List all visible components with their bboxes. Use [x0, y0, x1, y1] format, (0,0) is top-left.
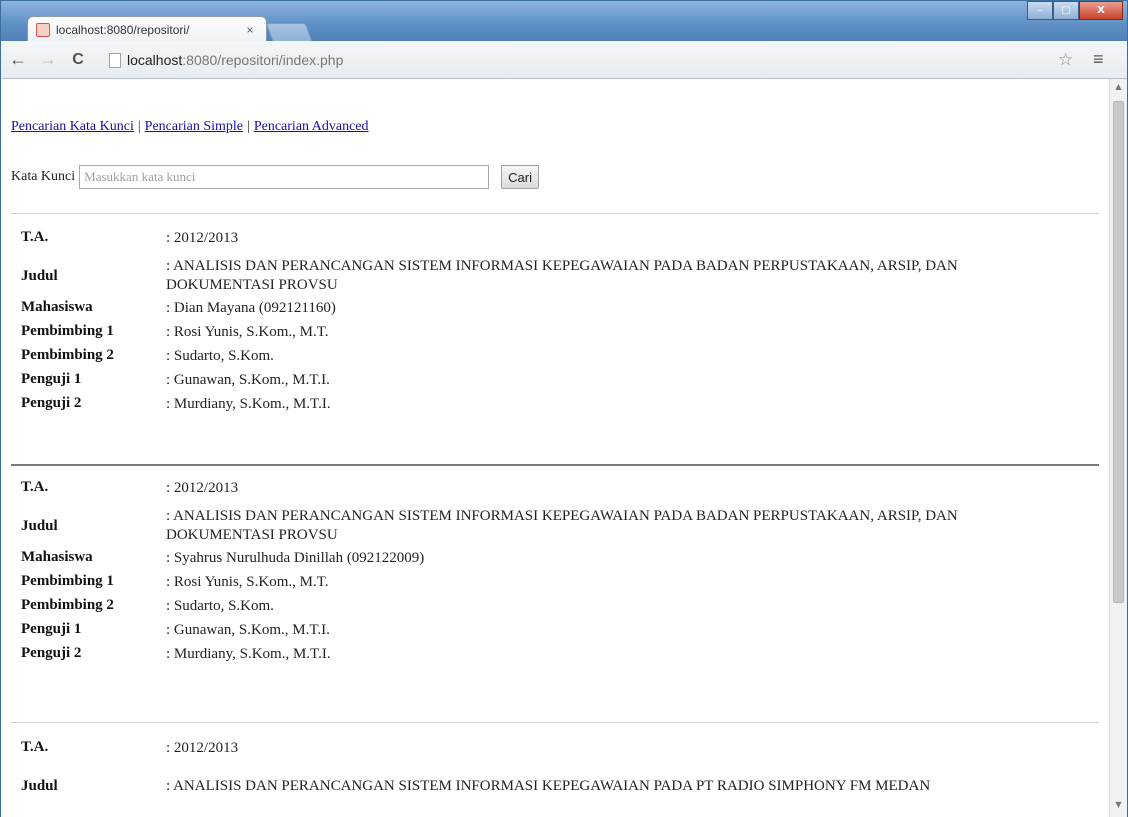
label-ta: T.A.	[21, 229, 49, 245]
search-label: Kata Kunci	[11, 169, 76, 184]
divider	[11, 213, 1099, 214]
label-ta: T.A.	[21, 479, 49, 495]
value-penguji-1: : Gunawan, S.Kom., M.T.I.	[166, 372, 330, 388]
value-ta: : 2012/2013	[166, 230, 239, 246]
thesis-record: T.A. : 2012/2013 Judul : ANALISIS DAN PERA…	[21, 739, 1101, 809]
search-button[interactable]: Cari	[501, 165, 539, 189]
vertical-scrollbar[interactable]: ▲ ▼	[1109, 79, 1127, 817]
value-mahasiswa: : Syahrus Nurulhuda Dinillah (092122009)	[166, 550, 425, 566]
value-mahasiswa: : Dian Mayana (092121160)	[166, 300, 336, 316]
nav-link-simple[interactable]: Pencarian Simple	[145, 119, 243, 134]
maximize-button[interactable]: □	[1053, 1, 1079, 20]
nav-separator: |	[247, 119, 250, 134]
value-pembimbing-1: : Rosi Yunis, S.Kom., M.T.	[166, 324, 329, 340]
tab-close-icon[interactable]: ×	[242, 23, 258, 37]
bookmark-star-icon[interactable]: ☆	[1058, 50, 1073, 70]
value-penguji-1: : Gunawan, S.Kom., M.T.I.	[166, 622, 330, 638]
label-mahasiswa: Mahasiswa	[21, 299, 93, 315]
value-pembimbing-1: : Rosi Yunis, S.Kom., M.T.	[166, 574, 329, 590]
tab-title: localhost:8080/repositori/	[56, 22, 190, 37]
url-path: :8080/repositori/index.php	[182, 52, 344, 68]
value-pembimbing-2: : Sudarto, S.Kom.	[166, 598, 274, 614]
value-ta: : 2012/2013	[166, 480, 239, 496]
scroll-down-arrow-icon[interactable]: ▼	[1110, 800, 1127, 814]
nav-link-kata-kunci[interactable]: Pencarian Kata Kunci	[11, 119, 134, 134]
label-judul: Judul	[21, 777, 58, 794]
label-mahasiswa: Mahasiswa	[21, 549, 93, 565]
forward-arrow-icon[interactable]: →	[35, 47, 61, 73]
minimize-button[interactable]: –	[1027, 1, 1053, 20]
label-penguji-2: Penguji 2	[21, 395, 82, 411]
browser-tab[interactable]: localhost:8080/repositori/ ×	[27, 16, 267, 42]
label-pembimbing-2: Pembimbing 2	[21, 597, 114, 613]
label-pembimbing-1: Pembimbing 1	[21, 573, 114, 589]
nav-link-advanced[interactable]: Pencarian Advanced	[254, 119, 369, 134]
label-pembimbing-2: Pembimbing 2	[21, 347, 114, 363]
search-form: Kata Kunci Cari	[11, 165, 539, 189]
url-host: localhost	[127, 52, 183, 68]
label-penguji-2: Penguji 2	[21, 645, 82, 661]
label-ta: T.A.	[21, 739, 49, 755]
label-penguji-1: Penguji 1	[21, 621, 82, 637]
page-icon	[109, 52, 121, 68]
label-penguji-1: Penguji 1	[21, 371, 82, 387]
divider	[11, 722, 1099, 723]
back-arrow-icon[interactable]: ←	[5, 47, 31, 73]
browser-window: localhost:8080/repositori/ × – □ X ← → C…	[0, 0, 1128, 817]
search-input[interactable]	[79, 165, 490, 189]
divider	[11, 464, 1099, 466]
thesis-record: T.A. : 2012/2013 Judul : ANALISIS DAN PERA…	[21, 479, 1101, 669]
thesis-record: T.A. : 2012/2013 Judul : ANALISIS DAN PERA…	[21, 229, 1101, 419]
scroll-thumb[interactable]	[1113, 101, 1124, 603]
label-judul: Judul	[21, 267, 58, 284]
value-judul: : ANALISIS DAN PERANCANGAN SISTEM INFORM…	[166, 258, 958, 293]
browser-toolbar: ← → C localhost:8080/repositori/index.ph…	[1, 41, 1127, 79]
page-content: Pencarian Kata Kunci | Pencarian Simple | Pe…	[1, 79, 1109, 817]
reload-icon[interactable]: C	[65, 47, 91, 73]
value-ta: : 2012/2013	[166, 740, 239, 756]
search-mode-nav: Pencarian Kata Kunci | Pencarian Simple | Pe…	[11, 119, 369, 135]
favicon-icon	[36, 22, 50, 37]
menu-icon[interactable]: ≡	[1093, 49, 1104, 70]
value-judul: : ANALISIS DAN PERANCANGAN SISTEM INFORM…	[166, 508, 958, 543]
nav-separator: |	[137, 119, 141, 134]
label-judul: Judul	[21, 517, 58, 534]
new-tab-button[interactable]	[265, 23, 313, 41]
title-bar: localhost:8080/repositori/ × – □ X	[1, 1, 1127, 42]
value-judul: : ANALISIS DAN PERANCANGAN SISTEM INFORM…	[166, 777, 931, 794]
window-controls: – □ X	[1027, 1, 1123, 20]
scroll-up-arrow-icon[interactable]: ▲	[1110, 82, 1127, 96]
label-pembimbing-1: Pembimbing 1	[21, 323, 114, 339]
value-penguji-2: : Murdiany, S.Kom., M.T.I.	[166, 646, 331, 662]
value-pembimbing-2: : Sudarto, S.Kom.	[166, 348, 274, 364]
address-bar[interactable]: localhost:8080/repositori/index.php	[109, 47, 1053, 73]
close-window-button[interactable]: X	[1079, 1, 1123, 20]
value-penguji-2: : Murdiany, S.Kom., M.T.I.	[166, 396, 331, 412]
